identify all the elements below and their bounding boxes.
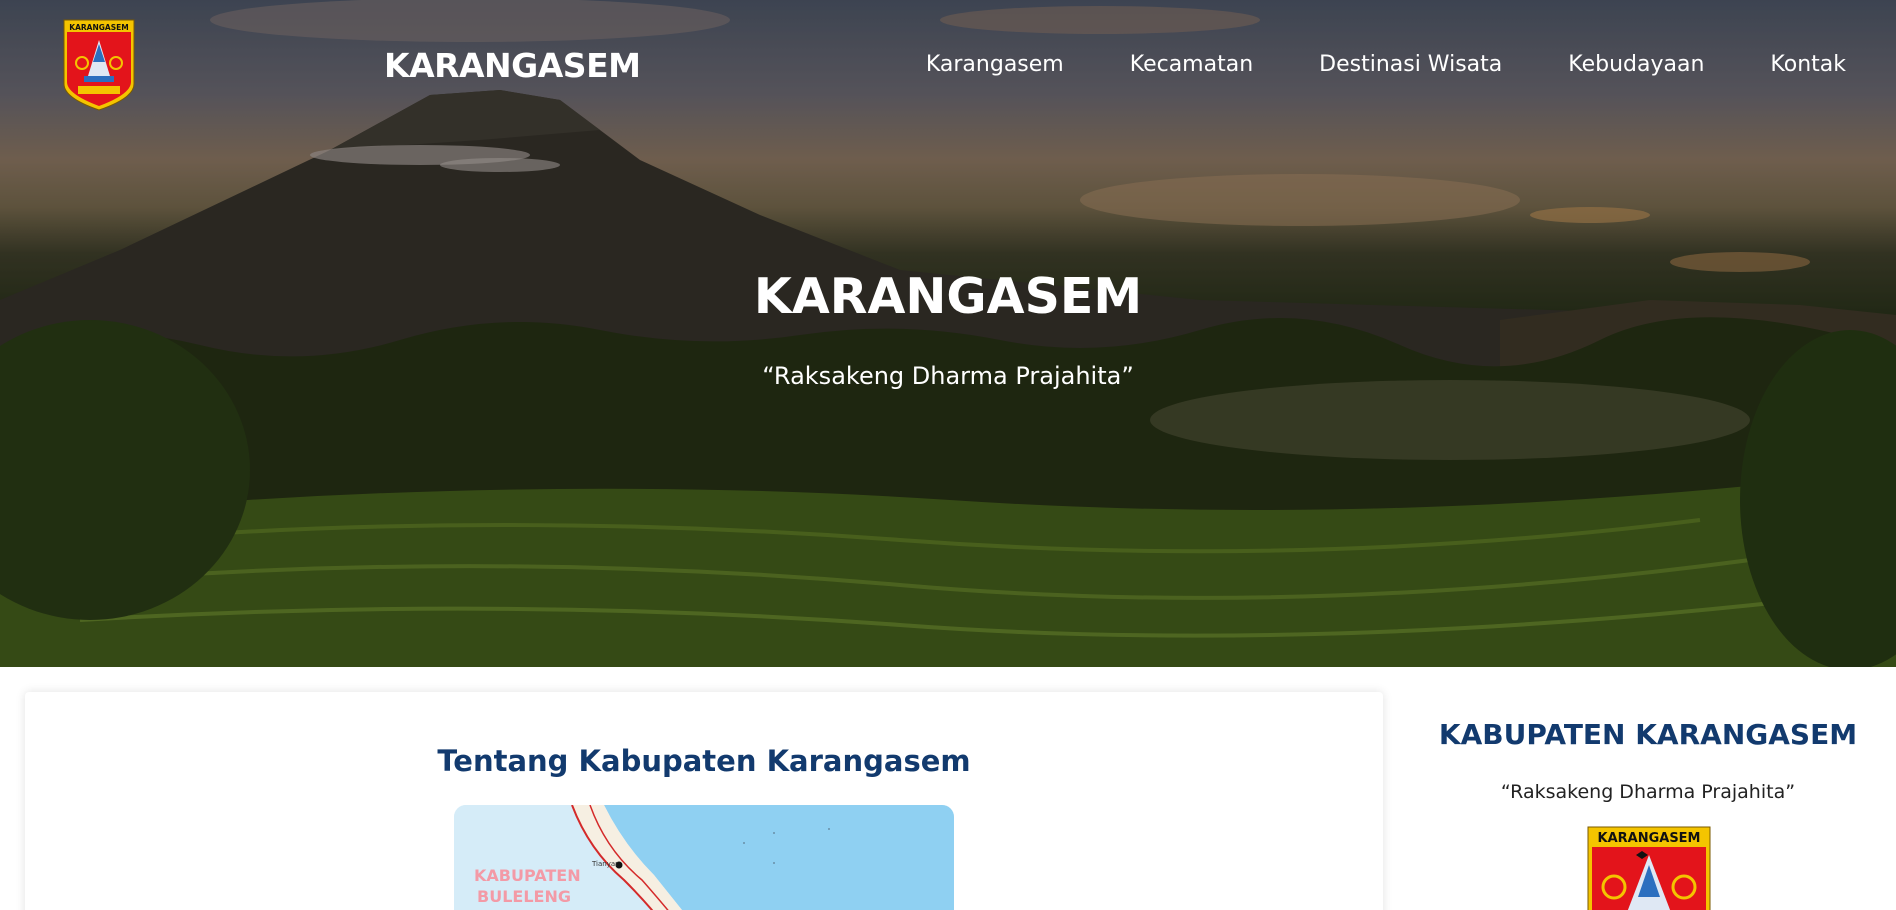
sidebar-title: KABUPATEN KARANGASEM	[1438, 718, 1858, 751]
map-town-label: Tianyar	[592, 860, 619, 868]
nav-link-kecamatan[interactable]: Kecamatan	[1130, 52, 1253, 77]
sidebar-motto: “Raksakeng Dharma Prajahita”	[1500, 781, 1796, 803]
region-map: KABUPATEN BULELENG Tianyar	[454, 805, 954, 910]
about-card: Tentang Kabupaten Karangasem KABUPATEN B…	[25, 692, 1383, 910]
nav-link-kontak[interactable]: Kontak	[1770, 52, 1846, 77]
karangasem-logo-icon[interactable]: KARANGASEM	[62, 18, 136, 112]
main-nav: Karangasem Kecamatan Destinasi Wisata Ke…	[860, 52, 1846, 77]
hero-banner: KARANGASEM KARANGASEM Karangasem Kecamat…	[0, 0, 1896, 667]
nav-link-kebudayaan[interactable]: Kebudayaan	[1568, 52, 1704, 77]
nav-link-karangasem[interactable]: Karangasem	[926, 52, 1064, 77]
karangasem-emblem-icon: KARANGASEM	[1587, 826, 1711, 910]
svg-text:KARANGASEM: KARANGASEM	[69, 23, 128, 32]
about-title: Tentang Kabupaten Karangasem	[437, 744, 971, 778]
svg-text:KARANGASEM: KARANGASEM	[1598, 831, 1701, 846]
site-title[interactable]: KARANGASEM	[384, 46, 641, 85]
hero-overlay	[0, 0, 1896, 667]
hero-title: KARANGASEM	[753, 268, 1143, 325]
map-region-label: KABUPATEN BULELENG	[474, 866, 581, 906]
nav-link-destinasi-wisata[interactable]: Destinasi Wisata	[1319, 52, 1502, 77]
hero-motto: “Raksakeng Dharma Prajahita”	[762, 362, 1134, 390]
